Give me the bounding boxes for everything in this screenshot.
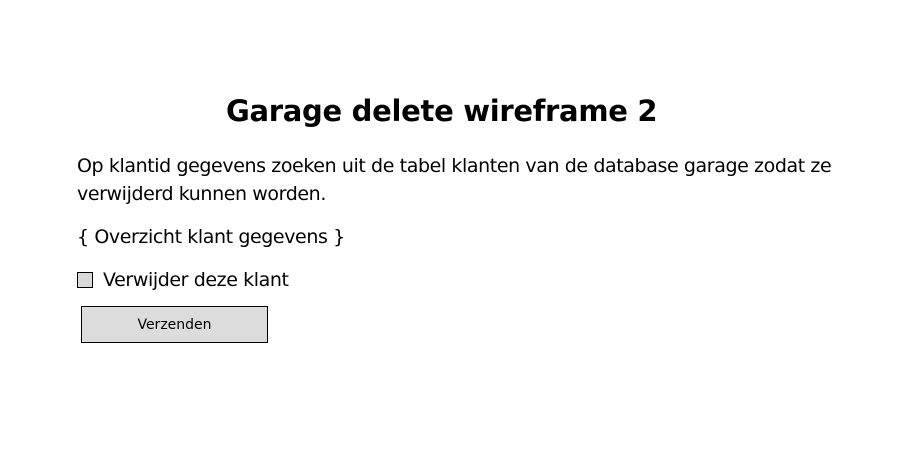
delete-customer-checkbox[interactable] — [77, 272, 93, 288]
delete-customer-label: Verwijder deze klant — [103, 269, 289, 291]
delete-customer-option: Verwijder deze klant — [77, 266, 289, 294]
customer-overview-placeholder: { Overzicht klant gegevens } — [77, 226, 345, 248]
page-title: Garage delete wireframe 2 — [226, 94, 658, 128]
submit-button[interactable]: Verzenden — [81, 306, 268, 343]
page-description: Op klantid gegevens zoeken uit de tabel … — [77, 155, 832, 205]
